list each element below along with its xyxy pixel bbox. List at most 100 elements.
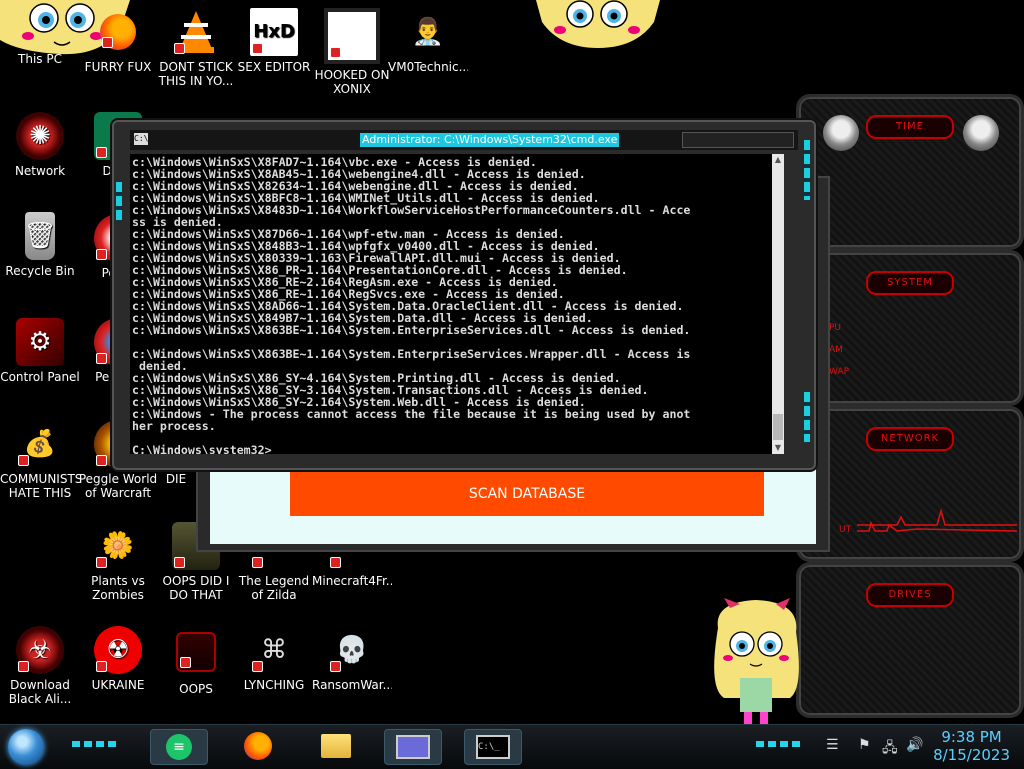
this-pc-icon (16, 0, 64, 48)
system-gadget[interactable]: SYSTEM PU AM WAP (796, 250, 1024, 406)
command-prompt-icon: C:\_ (476, 735, 510, 759)
scrollbar-thumb[interactable] (773, 414, 783, 440)
file-explorer-icon (321, 734, 351, 758)
notes-icon: ≡ (166, 734, 192, 760)
time-gadget[interactable]: TIME (796, 94, 1024, 250)
console-output: c:\Windows\WinSxS\X8FAD7~1.164\vbc.exe -… (132, 155, 691, 454)
upload-label: UT (839, 525, 852, 535)
control-panel-icon: ⚙ (16, 318, 64, 366)
desktop-icon-lynching[interactable]: ⌘ LYNCHING (234, 626, 314, 692)
network-icon: ✺ (16, 112, 64, 160)
desktop-icon-label: OOPS (179, 682, 213, 696)
taskbar-command-prompt[interactable]: C:\_ (464, 729, 522, 765)
desktop-icon-control-panel[interactable]: ⚙ Control Panel (0, 318, 80, 384)
network-status-icon[interactable]: 🖧 (882, 737, 898, 761)
desktop-icon-this-pc[interactable]: This PC (0, 0, 80, 66)
recycle-bin-icon: 🗑 (24, 212, 57, 260)
desktop-icon-black-ali[interactable]: ☣ Download Black Ali... (0, 626, 80, 706)
desktop-icon-dont-stick[interactable]: DONT STICK THIS IN YO... (156, 8, 236, 88)
taskbar-decoration (756, 741, 800, 747)
taskbar-firefox[interactable] (230, 729, 286, 763)
console-scrollbar[interactable]: ▲ ▼ (772, 154, 784, 454)
hxd-editor-icon: HxD (250, 8, 298, 56)
money-bag-icon: 💰 (16, 420, 64, 468)
desktop-icon-communists[interactable]: 💰 COMMUNISTS HATE THIS G... (0, 420, 80, 502)
desktop-icon-label: The Legend of Zilda (238, 574, 310, 602)
desktop-icon-label: Plants vs Zombies (91, 574, 145, 602)
desktop-icon-plants-vs-zombies[interactable]: 🌼 Plants vs Zombies (78, 522, 158, 602)
desktop-icon-hooked-on-xonix[interactable]: HOOKED ON XONIX (312, 8, 392, 96)
drives-gadget[interactable]: DRIVES (796, 562, 1024, 718)
desktop-icon-label: This PC (18, 52, 62, 66)
flag-icon[interactable]: ⚑ (858, 737, 871, 753)
scroll-up-icon[interactable]: ▲ (772, 154, 784, 166)
ram-label: AM (829, 345, 843, 355)
console-output-area[interactable]: c:\Windows\WinSxS\X8FAD7~1.164\vbc.exe -… (130, 154, 772, 454)
plants-vs-zombies-icon: 🌼 (94, 522, 142, 570)
network-gadget-title: NETWORK (866, 427, 954, 451)
firefox-icon (244, 732, 272, 760)
taskbar-presentation[interactable] (384, 729, 442, 765)
start-button[interactable] (8, 729, 44, 765)
desktop-icon-label: FURRY FUX (84, 60, 152, 74)
swap-label: WAP (829, 367, 849, 377)
xonix-icon (324, 8, 380, 64)
desktop-icon-label: UKRAINE (91, 678, 145, 692)
desktop-icon-label: Control Panel (0, 370, 80, 384)
scan-database-button[interactable]: SCAN DATABASE (290, 472, 764, 516)
desktop-icon-label: VM0Technic... (388, 60, 468, 74)
desktop-icon-label: LYNCHING (243, 678, 305, 692)
window-controls[interactable] (682, 132, 794, 148)
alienware-icon: ☣ (16, 626, 64, 674)
radiation-icon: ☢ (94, 626, 142, 674)
taskbar: ≡ C:\_ ☰ ⚑ 🖧 🔊 9:38 PM 8/15/2023 (0, 724, 1024, 769)
clock[interactable]: 9:38 PM 8/15/2023 (933, 728, 1010, 764)
desktop-icon-recycle-bin[interactable]: 🗑 Recycle Bin (0, 212, 80, 278)
knot-icon: ⌘ (250, 626, 298, 674)
time-gadget-title: TIME (866, 115, 954, 139)
desktop-icon-sex-editor[interactable]: HxD SEX EDITOR (234, 8, 314, 74)
command-prompt-icon: C:\ (134, 133, 149, 145)
desktop-icon-furry-fux[interactable]: FURRY FUX (78, 8, 158, 74)
alien-head-icon (823, 115, 859, 151)
clock-time: 9:38 PM (941, 728, 1002, 746)
desktop-icon-label: DONT STICK THIS IN YO... (158, 60, 234, 88)
desktop-icon-label: HOOKED ON XONIX (314, 68, 390, 96)
star-sticker-top-right (536, 0, 660, 50)
desktop-icon-ukraine[interactable]: ☢ UKRAINE (78, 626, 158, 692)
volume-icon[interactable]: 🔊 (906, 737, 923, 753)
network-gadget[interactable]: NETWORK UT (796, 406, 1024, 562)
desktop-icon-label: Recycle Bin (5, 264, 75, 278)
desktop-icon-label: Minecraft4Fr... (312, 574, 392, 588)
desktop-icon-label: Download Black Ali... (8, 678, 72, 706)
vlc-icon (172, 8, 220, 56)
firefox-icon (100, 14, 136, 50)
frame-decoration (804, 140, 810, 200)
desktop-icon-label: OOPS DID I DO THAT (162, 574, 230, 602)
show-hidden-icons-icon[interactable]: ☰ (826, 737, 839, 753)
taskbar-notes[interactable]: ≡ (150, 729, 208, 765)
skull-icon: 💀 (328, 626, 376, 674)
drives-gadget-title: DRIVES (866, 583, 954, 607)
taskbar-decoration (72, 741, 120, 747)
system-gadget-title: SYSTEM (866, 271, 954, 295)
desktop-icon-label: COMMUNISTS HATE THIS G... (0, 472, 80, 502)
frame-decoration (804, 392, 810, 442)
desktop-icon-label: RansomWar... (312, 678, 392, 692)
cmd-title: Administrator: C:\Windows\System32\cmd.e… (360, 133, 620, 147)
presentation-icon (396, 735, 430, 759)
desktop-icon-oops[interactable]: OOPS (156, 626, 236, 696)
cmd-window: C:\ Administrator: C:\Windows\System32\c… (112, 120, 816, 470)
taskbar-file-explorer[interactable] (308, 729, 364, 763)
alien-head-icon (963, 115, 999, 151)
scroll-down-icon[interactable]: ▼ (772, 442, 784, 454)
network-graph (857, 508, 1017, 532)
desktop-icon-ransomware[interactable]: 💀 RansomWar... (312, 626, 392, 692)
star-sticker-bottom-right (704, 598, 808, 724)
desktop-icon-network[interactable]: ✺ Network (0, 112, 80, 178)
alienware-laptop-icon (176, 632, 216, 672)
cpu-label: PU (829, 323, 842, 333)
desktop-icon-label: Network (14, 164, 66, 178)
desktop-icon-vm0technic[interactable]: 👨‍⚕ VM0Technic... (388, 8, 468, 74)
cmd-titlebar[interactable]: C:\ Administrator: C:\Windows\System32\c… (130, 130, 798, 150)
